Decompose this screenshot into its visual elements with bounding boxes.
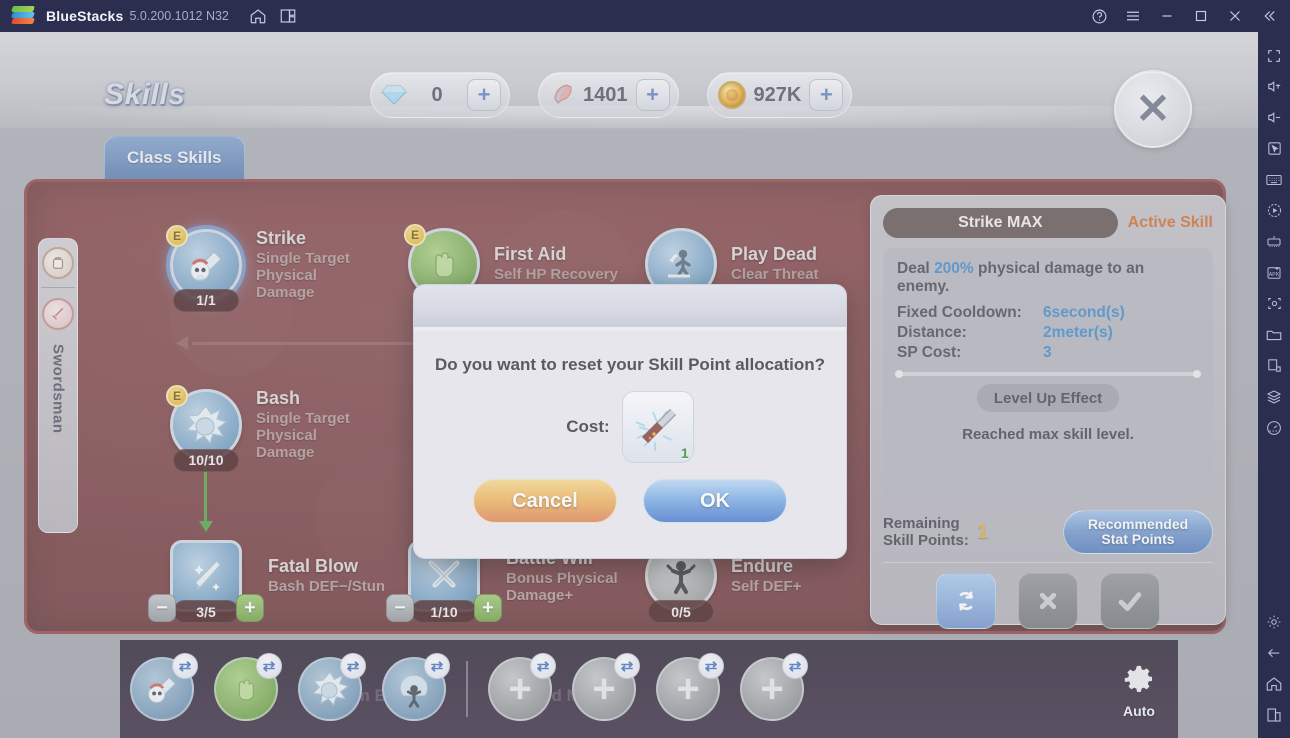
back-icon[interactable] <box>1258 637 1290 668</box>
ok-button[interactable]: OK <box>643 479 787 523</box>
macro-record-icon[interactable] <box>1258 195 1290 226</box>
performance-icon[interactable] <box>1258 412 1290 443</box>
reset-confirm-dialog: Do you want to reset your Skill Point al… <box>413 284 847 559</box>
cost-label: Cost: <box>566 417 610 436</box>
app-name: BlueStacks <box>46 8 124 24</box>
svg-text:APK: APK <box>1269 272 1280 278</box>
layers-icon[interactable] <box>1258 381 1290 412</box>
recents-icon[interactable] <box>1258 699 1290 730</box>
menu-icon[interactable] <box>1116 0 1150 32</box>
copy-paste-icon[interactable] <box>1258 350 1290 381</box>
bluestacks-titlebar: BlueStacks 5.0.200.1012 N32 <box>0 0 1290 32</box>
minimize-icon[interactable] <box>1150 0 1184 32</box>
game-controls-icon[interactable] <box>1258 226 1290 257</box>
cost-quantity: 1 <box>680 445 689 461</box>
pointer-icon[interactable] <box>1258 133 1290 164</box>
media-folder-icon[interactable] <box>1258 319 1290 350</box>
volume-down-icon[interactable] <box>1258 102 1290 133</box>
cost-item-slot[interactable]: 1 <box>621 391 694 463</box>
game-viewport: Skills 0 + 1401 + 927K + ✕ Class Skills <box>0 32 1258 738</box>
home-icon[interactable] <box>243 1 273 31</box>
settings-icon[interactable] <box>1258 606 1290 637</box>
screenshot-icon[interactable] <box>1258 288 1290 319</box>
dialog-header <box>414 285 846 331</box>
cancel-button[interactable]: Cancel <box>473 479 617 523</box>
fullscreen-icon[interactable] <box>1258 40 1290 71</box>
collapse-sidebar-icon[interactable] <box>1252 0 1286 32</box>
keyboard-icon[interactable] <box>1258 164 1290 195</box>
volume-up-icon[interactable] <box>1258 71 1290 102</box>
bluestacks-logo-icon <box>11 6 35 26</box>
dialog-question: Do you want to reset your Skill Point al… <box>434 355 826 374</box>
app-version: 5.0.200.1012 N32 <box>129 9 229 23</box>
close-icon[interactable] <box>1218 0 1252 32</box>
dialog-button-row: Cancel OK <box>414 479 846 523</box>
maximize-icon[interactable] <box>1184 0 1218 32</box>
reset-rod-item-icon <box>635 409 676 451</box>
multi-instance-icon[interactable] <box>273 1 303 31</box>
home-icon[interactable] <box>1258 668 1290 699</box>
bluestacks-sidebar: APK <box>1258 32 1290 738</box>
install-apk-icon[interactable]: APK <box>1258 257 1290 288</box>
dialog-cost-row: Cost: 1 <box>414 391 846 463</box>
help-icon[interactable] <box>1082 0 1116 32</box>
